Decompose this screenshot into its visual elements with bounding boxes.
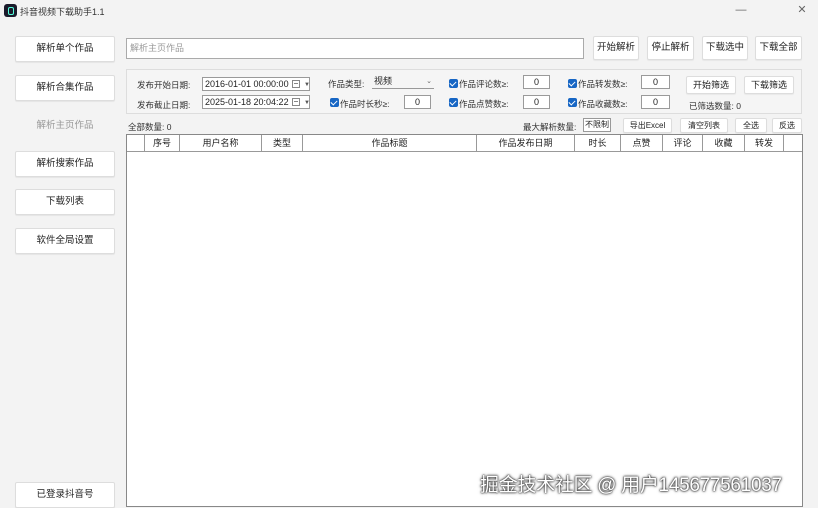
window-title: 抖音视频下载助手1.1 [20,7,105,17]
sidebar-item-parse-search[interactable]: 解析搜索作品 [15,151,115,177]
app-logo-icon [4,4,17,17]
close-icon[interactable]: ✕ [790,2,814,18]
shares-input[interactable]: 0 [641,75,670,89]
start-date-picker[interactable]: 2016-01-01 00:00:00 ▼ [202,77,310,91]
max-parse-label: 最大解析数量: [523,122,577,132]
type-value: 视频 [374,76,393,86]
column-header-checkbox[interactable] [127,135,145,152]
comments-checkbox[interactable] [449,79,458,88]
table-header: 序号 用户名称 类型 作品标题 作品发布日期 时长 点赞 评论 收藏 转发 [127,135,802,152]
download-selected-button[interactable]: 下载选中 [702,36,748,60]
minimize-icon[interactable]: — [729,2,753,18]
dropdown-arrow-icon: ▼ [304,82,310,88]
download-all-button[interactable]: 下载全部 [755,36,802,60]
total-count: 全部数量: 0 [128,122,172,132]
type-label: 作品类型: [328,79,365,89]
comments-label: 作品评论数≥: [459,79,509,89]
end-date-picker[interactable]: 2025-01-18 20:04:22 ▼ [202,95,310,109]
dropdown-arrow-icon: ▼ [304,100,310,106]
duration-input[interactable]: 0 [404,95,431,109]
sidebar-item-parse-collection[interactable]: 解析合集作品 [15,75,115,101]
duration-checkbox[interactable] [330,98,339,107]
column-header-duration[interactable]: 时长 [575,135,621,152]
download-filter-button[interactable]: 下载筛选 [744,76,794,94]
likes-checkbox[interactable] [449,98,458,107]
end-date-value: 2025-01-18 20:04:22 [205,97,289,107]
export-excel-button[interactable]: 导出Excel [623,118,672,133]
max-parse-input[interactable]: 不限制 [583,118,611,132]
watermark-text: 掘金技术社区 @ 用户145677561037 [480,475,782,496]
sidebar: 解析单个作品 解析合集作品 解析主页作品 解析搜索作品 下载列表 软件全局设置 … [0,22,124,508]
logged-in-account-button[interactable]: 已登录抖音号 [15,482,115,508]
favorites-checkbox[interactable] [568,98,577,107]
shares-checkbox[interactable] [568,79,577,88]
title-bar: 抖音视频下载助手1.1 — ✕ [0,0,818,22]
filter-panel: 发布开始日期: 2016-01-01 00:00:00 ▼ 发布截止日期: 20… [126,69,802,114]
column-header-favorites[interactable]: 收藏 [703,135,745,152]
duration-label: 作品时长秒≥: [340,99,390,109]
sidebar-item-parse-single[interactable]: 解析单个作品 [15,36,115,62]
column-header-username[interactable]: 用户名称 [180,135,262,152]
start-filter-button[interactable]: 开始筛选 [686,76,736,94]
likes-input[interactable]: 0 [523,95,550,109]
sidebar-item-download-list[interactable]: 下载列表 [15,189,115,215]
invert-selection-button[interactable]: 反选 [772,118,802,133]
works-table[interactable]: 序号 用户名称 类型 作品标题 作品发布日期 时长 点赞 评论 收藏 转发 [126,134,803,507]
favorites-label: 作品收藏数≥: [578,99,628,109]
homepage-url-input[interactable]: 解析主页作品 [126,38,584,59]
type-select[interactable]: 视频 ⌄ [372,75,434,89]
column-header-type[interactable]: 类型 [262,135,303,152]
sidebar-item-parse-homepage[interactable]: 解析主页作品 [15,113,115,139]
column-header-index[interactable]: 序号 [145,135,180,152]
start-parse-button[interactable]: 开始解析 [593,36,639,60]
column-header-spacer [784,135,802,152]
column-header-publish-date[interactable]: 作品发布日期 [477,135,575,152]
column-header-likes[interactable]: 点赞 [621,135,663,152]
chevron-down-icon: ⌄ [426,78,432,85]
column-header-title[interactable]: 作品标题 [303,135,477,152]
calendar-icon [292,80,300,88]
likes-label: 作品点赞数≥: [459,99,509,109]
column-header-comments[interactable]: 评论 [663,135,703,152]
shares-label: 作品转发数≥: [578,79,628,89]
stop-parse-button[interactable]: 停止解析 [647,36,694,60]
sidebar-item-global-settings[interactable]: 软件全局设置 [15,228,115,254]
comments-input[interactable]: 0 [523,75,550,89]
favorites-input[interactable]: 0 [641,95,670,109]
filtered-count: 已筛选数量: 0 [689,101,741,111]
start-date-label: 发布开始日期: [137,80,191,90]
calendar-icon [292,98,300,106]
start-date-value: 2016-01-01 00:00:00 [205,79,289,89]
column-header-shares[interactable]: 转发 [745,135,784,152]
clear-list-button[interactable]: 清空列表 [680,118,728,133]
select-all-button[interactable]: 全选 [735,118,767,133]
end-date-label: 发布截止日期: [137,100,191,110]
